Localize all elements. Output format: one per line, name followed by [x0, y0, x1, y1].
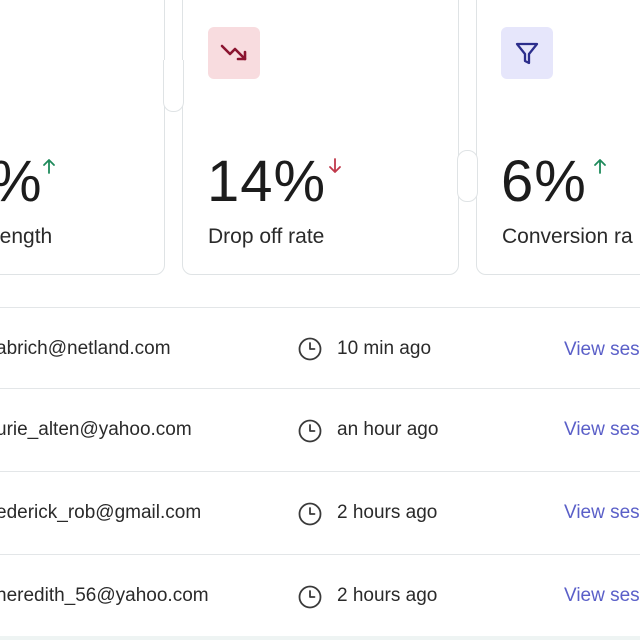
card-gap-notch	[163, 60, 184, 112]
view-session-link[interactable]: View ses	[564, 502, 640, 524]
clock-icon	[298, 337, 322, 361]
card-gap-notch	[457, 150, 478, 202]
user-email: neredith_56@yahoo.com	[0, 585, 209, 606]
trending-down-icon-tile	[208, 27, 260, 79]
table-bottom-edge	[0, 636, 640, 640]
funnel-icon	[515, 42, 539, 65]
table-row: urie_alten@yahoo.com an hour ago View se…	[0, 389, 640, 471]
user-email: abrich@netland.com	[0, 338, 171, 359]
stat-label: length	[0, 225, 53, 248]
arrow-down-icon	[329, 158, 341, 173]
view-session-link[interactable]: View ses	[564, 585, 640, 607]
stat-value: %	[0, 153, 43, 211]
session-time: 2 hours ago	[337, 585, 438, 606]
table-row: ederick_rob@gmail.com 2 hours ago View s…	[0, 472, 640, 554]
arrow-up-icon	[43, 159, 55, 174]
user-email: ederick_rob@gmail.com	[0, 502, 202, 523]
session-time: an hour ago	[337, 419, 439, 440]
arrow-up-icon	[594, 159, 606, 174]
dashboard-viewport: % length 14% Drop off rate 6% Conversion…	[0, 0, 640, 640]
funnel-icon-tile	[501, 27, 553, 79]
table-row: abrich@netland.com 10 min ago View ses	[0, 308, 640, 390]
trending-down-icon	[220, 44, 247, 61]
session-time: 2 hours ago	[337, 502, 438, 523]
stat-value: 14%	[207, 149, 327, 214]
view-session-link[interactable]: View ses	[564, 419, 640, 441]
stat-label: Drop off rate	[208, 225, 325, 248]
table-row: neredith_56@yahoo.com 2 hours ago View s…	[0, 555, 640, 637]
clock-icon	[298, 585, 322, 609]
stat-label: Conversion ra	[502, 225, 633, 248]
clock-icon	[298, 502, 322, 526]
clock-icon	[298, 419, 322, 443]
view-session-link[interactable]: View ses	[564, 339, 640, 361]
session-time: 10 min ago	[337, 338, 432, 359]
stat-value: 6%	[501, 149, 587, 214]
user-email: urie_alten@yahoo.com	[0, 419, 192, 440]
